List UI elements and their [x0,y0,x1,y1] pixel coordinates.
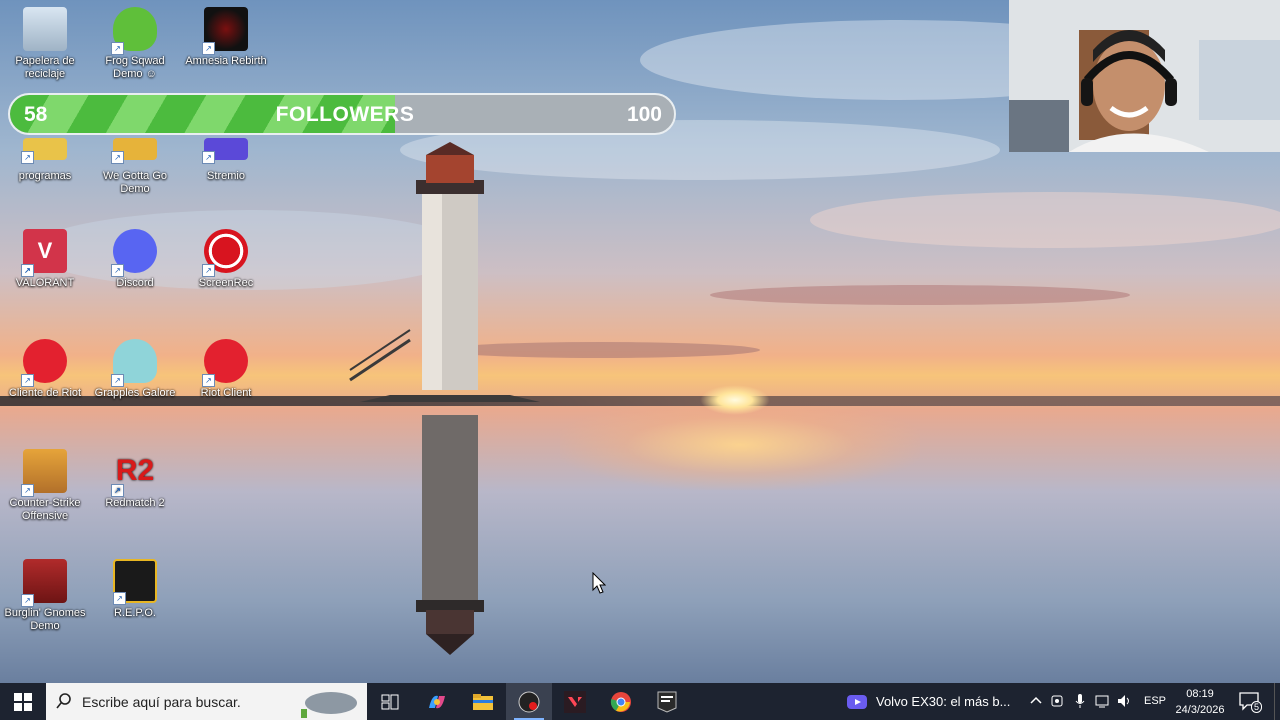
clock[interactable]: 08:19 24/3/2026 [1170,686,1230,718]
desktop-icon-screenrec[interactable]: ↗ ScreenRec [181,229,271,290]
icon-label: VALORANT [15,277,75,289]
grapples-icon: ↗ [111,339,157,387]
taskbar: Escribe aquí para buscar. Volvo EX30: el… [0,683,1280,720]
followers-title: FOLLOWERS [275,103,415,126]
stremio-icon: ↗ [202,138,248,164]
icon-label: Grapples Galore [94,387,176,399]
copilot-icon [429,695,445,708]
followers-goal-bar: 58 FOLLOWERS 100 [8,93,676,135]
icon-label: Counter-Strike Offensive [9,497,81,522]
icon-label: Riot Client [200,387,252,399]
desktop-icon-riot-client[interactable]: ↗ Riot Client [181,339,271,400]
clock-date: 24/3/2026 [1175,704,1225,716]
chrome-icon [610,691,631,712]
obs-icon [518,691,540,712]
riot-icon: ↗ [21,339,67,387]
counter-strike-icon: ↗ [21,449,67,497]
taskbar-search-box[interactable]: Escribe aquí para buscar. [46,683,367,720]
desktop-icon-grapples-galore[interactable]: ↗ Grapples Galore [90,339,180,400]
show-desktop-button[interactable] [1274,683,1280,720]
icon-label: Amnesia Rebirth [185,55,267,67]
taskbar-obs[interactable] [506,683,552,720]
taskbar-chrome[interactable] [598,683,644,720]
icon-label: programas [18,170,72,182]
icon-label: Cliente de Riot [8,387,82,399]
media-title: Volvo EX30: el más b... [876,694,1011,709]
recycle-bin-icon [23,7,67,51]
repo-icon: ↗ [113,559,157,605]
followers-goal-count: 100 [626,103,662,126]
desktop-icon-discord[interactable]: ↗ Discord [90,229,180,290]
sun [700,385,770,415]
screenrec-icon: ↗ [202,229,248,277]
taskbar-epic-games[interactable] [644,683,690,720]
task-view-icon [381,694,399,709]
icon-label: Redmatch 2 [105,497,165,509]
gnome-icon: ↗ [21,559,67,607]
redmatch-icon: R2 ↗ [111,449,157,497]
search-icon [56,693,71,709]
frog-icon: ↗ [111,7,157,55]
desktop-icon-valorant[interactable]: V ↗ VALORANT [0,229,90,290]
desktop-icon-frog-sqwad[interactable]: ↗ Frog Sqwad Demo ☺ [90,7,180,81]
taskbar-valorant[interactable] [552,683,598,720]
icon-label: Stremio [207,170,245,182]
notification-center-button[interactable]: 5 [1238,691,1262,713]
media-widget[interactable]: Volvo EX30: el más b... [846,683,1021,720]
icon-label: Papelera de reciclaje [15,55,75,80]
valorant-icon [564,690,586,713]
icon-label: Burglin' Gnomes Demo [4,607,86,632]
desktop-icon-redmatch-2[interactable]: R2 ↗ Redmatch 2 [90,449,180,510]
desktop-icon-burglin-gnomes[interactable]: ↗ Burglin' Gnomes Demo [0,559,90,633]
desktop-icon-stremio[interactable]: ↗ Stremio [181,138,271,183]
desktop-icon-we-gotta-go[interactable]: ↗ We Gotta Go Demo [90,138,180,196]
manatee-search-highlight-icon [301,692,357,718]
taskbar-file-explorer[interactable] [460,683,506,720]
amnesia-icon: ↗ [202,7,248,55]
chevron-up-icon[interactable] [1028,693,1044,709]
epic-games-icon [657,691,677,713]
discord-icon: ↗ [111,229,157,277]
file-explorer-icon [473,693,493,710]
folder-icon: ↗ [21,138,67,164]
search-placeholder: Escribe aquí para buscar. [82,694,241,710]
windows-logo-icon [14,692,32,711]
start-button[interactable] [0,683,46,720]
desktop-icon-recycle-bin[interactable]: Papelera de reciclaje [0,7,90,81]
desktop-icon-amnesia[interactable]: ↗ Amnesia Rebirth [181,7,271,68]
camera-icon[interactable] [1050,693,1066,709]
desktop-icon-repo[interactable]: ↗ R.E.P.O. [90,559,180,620]
valorant-icon: V ↗ [21,229,67,277]
video-icon [847,694,867,709]
microphone-icon[interactable] [1072,693,1088,709]
webcam-overlay [1009,0,1280,152]
notification-count: 5 [1250,701,1262,713]
volume-icon[interactable] [1116,693,1132,709]
clock-time: 08:19 [1186,688,1214,700]
language-indicator[interactable]: ESP [1144,695,1166,707]
mouse-cursor [592,572,606,594]
desktop-icon-programas[interactable]: ↗ programas [0,138,90,183]
icon-label: Frog Sqwad Demo ☺ [105,55,165,80]
desktop-icon-counter-strike[interactable]: ↗ Counter-Strike Offensive [0,449,90,523]
riot-icon: ↗ [202,339,248,387]
lighthouse-image [349,142,540,655]
desktop-icon-cliente-de-riot[interactable]: ↗ Cliente de Riot [0,339,90,400]
taskbar-task-view[interactable] [367,683,413,720]
icon-label: R.E.P.O. [114,607,156,619]
webcam-person-image [1009,0,1280,152]
icon-label: Discord [116,277,154,289]
icon-label: We Gotta Go Demo [103,170,167,195]
taskbar-copilot[interactable] [414,683,460,720]
icon-label: ScreenRec [198,277,254,289]
network-icon[interactable] [1094,693,1110,709]
we-gotta-go-icon: ↗ [111,138,157,164]
